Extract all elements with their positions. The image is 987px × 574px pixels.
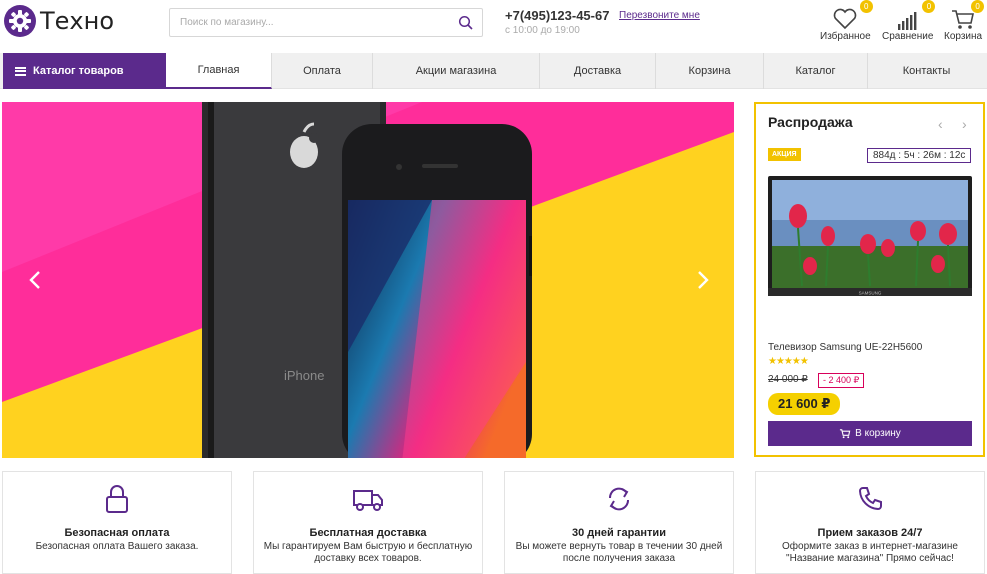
product-name[interactable]: Телевизор Samsung UE-22H5600: [768, 342, 922, 353]
favorites-count: 0: [859, 0, 873, 13]
bar-chart-icon: [897, 12, 917, 30]
main-nav: Каталог товаров Главная Оплата Акции маг…: [0, 53, 987, 89]
nav-item-cart[interactable]: Корзина: [656, 53, 764, 89]
discount-badge: - 2 400 ₽: [818, 373, 865, 388]
tv-product-image[interactable]: SAMSUNG: [768, 176, 972, 304]
feature-guarantee: 30 дней гарантии Вы можете вернуть товар…: [504, 471, 734, 574]
nav-item-payment[interactable]: Оплата: [272, 53, 373, 89]
feature-title: 30 дней гарантии: [572, 527, 666, 539]
feature-title: Прием заказов 24/7: [817, 527, 923, 539]
add-to-cart-button[interactable]: В корзину: [768, 421, 972, 446]
features-row: Безопасная оплата Безопасная оплата Ваше…: [2, 471, 985, 574]
sale-widget: Распродажа ‹ › АКЦИЯ 884д : 5ч : 26м : 1…: [754, 102, 985, 457]
sale-next-icon[interactable]: ›: [962, 116, 967, 132]
add-to-cart-label: В корзину: [855, 428, 901, 439]
catalog-menu-label: Каталог товаров: [33, 65, 124, 77]
hero-banner[interactable]: iPhone: [2, 102, 734, 458]
feature-free-delivery: Бесплатная доставка Мы гарантируем Вам б…: [253, 471, 483, 574]
catalog-menu-button[interactable]: Каталог товаров: [3, 53, 166, 89]
countdown-timer: 884д : 5ч : 26м : 12с: [867, 148, 972, 163]
cart-button[interactable]: 0 Корзина: [944, 0, 985, 42]
logo[interactable]: Техно: [4, 5, 114, 37]
feature-desc: Мы гарантируем Вам быструю и бесплатную …: [263, 541, 473, 564]
nav-item-catalog[interactable]: Каталог: [764, 53, 868, 89]
nav-items: Главная Оплата Акции магазина Доставка К…: [166, 53, 985, 89]
cart-icon: [840, 429, 851, 439]
tv-brand-logo: SAMSUNG: [859, 291, 882, 296]
gear-logo-icon: [4, 5, 36, 37]
nav-item-contacts[interactable]: Контакты: [868, 53, 985, 89]
favorites-button[interactable]: 0 Избранное: [820, 0, 873, 42]
promo-badge: АКЦИЯ: [768, 148, 801, 161]
prev-slide-arrow-icon[interactable]: [24, 268, 48, 292]
nav-item-promotions[interactable]: Акции магазина: [373, 53, 540, 89]
heart-icon: [834, 8, 857, 30]
feature-title: Бесплатная доставка: [309, 527, 427, 539]
feature-desc: Оформите заказ в интернет-магазине "Назв…: [782, 541, 958, 564]
search-icon[interactable]: [458, 15, 474, 31]
feature-orders-24-7: Прием заказов 24/7 Оформите заказ в инте…: [755, 471, 985, 574]
truck-icon: [353, 490, 383, 511]
feature-desc: Вы можете вернуть товар в течении 30 дне…: [515, 541, 723, 564]
nav-item-delivery[interactable]: Доставка: [540, 53, 656, 89]
compare-count: 0: [922, 0, 936, 13]
banner-image: iPhone: [2, 102, 734, 458]
cart-label: Корзина: [944, 31, 983, 42]
compare-label: Сравнение: [882, 31, 934, 42]
feature-desc: Безопасная оплата Вашего заказа.: [35, 541, 199, 552]
lock-icon: [106, 485, 128, 513]
sale-prev-icon[interactable]: ‹: [938, 116, 943, 132]
rating-stars: ★★★★★: [768, 356, 809, 367]
feature-title: Безопасная оплата: [64, 527, 170, 539]
header: Техно +7(495)123-45-67 Перезвоните мне с…: [0, 0, 987, 52]
compare-button[interactable]: 0 Сравнение: [882, 0, 936, 42]
current-price: 21 600 ₽: [768, 393, 841, 415]
phone-icon: [858, 487, 882, 511]
iphone-engraving: iPhone: [284, 368, 324, 383]
callback-link[interactable]: Перезвоните мне: [619, 10, 700, 21]
refresh-icon: [608, 487, 630, 511]
nav-item-home[interactable]: Главная: [166, 53, 272, 89]
sale-title: Распродажа: [768, 114, 853, 130]
logo-text: Техно: [40, 7, 115, 35]
search-box: [169, 8, 483, 37]
phone-number[interactable]: +7(495)123-45-67: [505, 8, 609, 23]
old-price: 24 000 ₽: [768, 374, 808, 385]
cart-count: 0: [971, 0, 985, 13]
next-slide-arrow-icon[interactable]: [690, 268, 714, 292]
working-hours: с 10:00 до 19:00: [505, 25, 580, 36]
favorites-label: Избранное: [820, 31, 871, 42]
menu-icon: [15, 66, 26, 76]
feature-secure-payment: Безопасная оплата Безопасная оплата Ваше…: [2, 471, 232, 574]
search-input[interactable]: [170, 9, 440, 36]
